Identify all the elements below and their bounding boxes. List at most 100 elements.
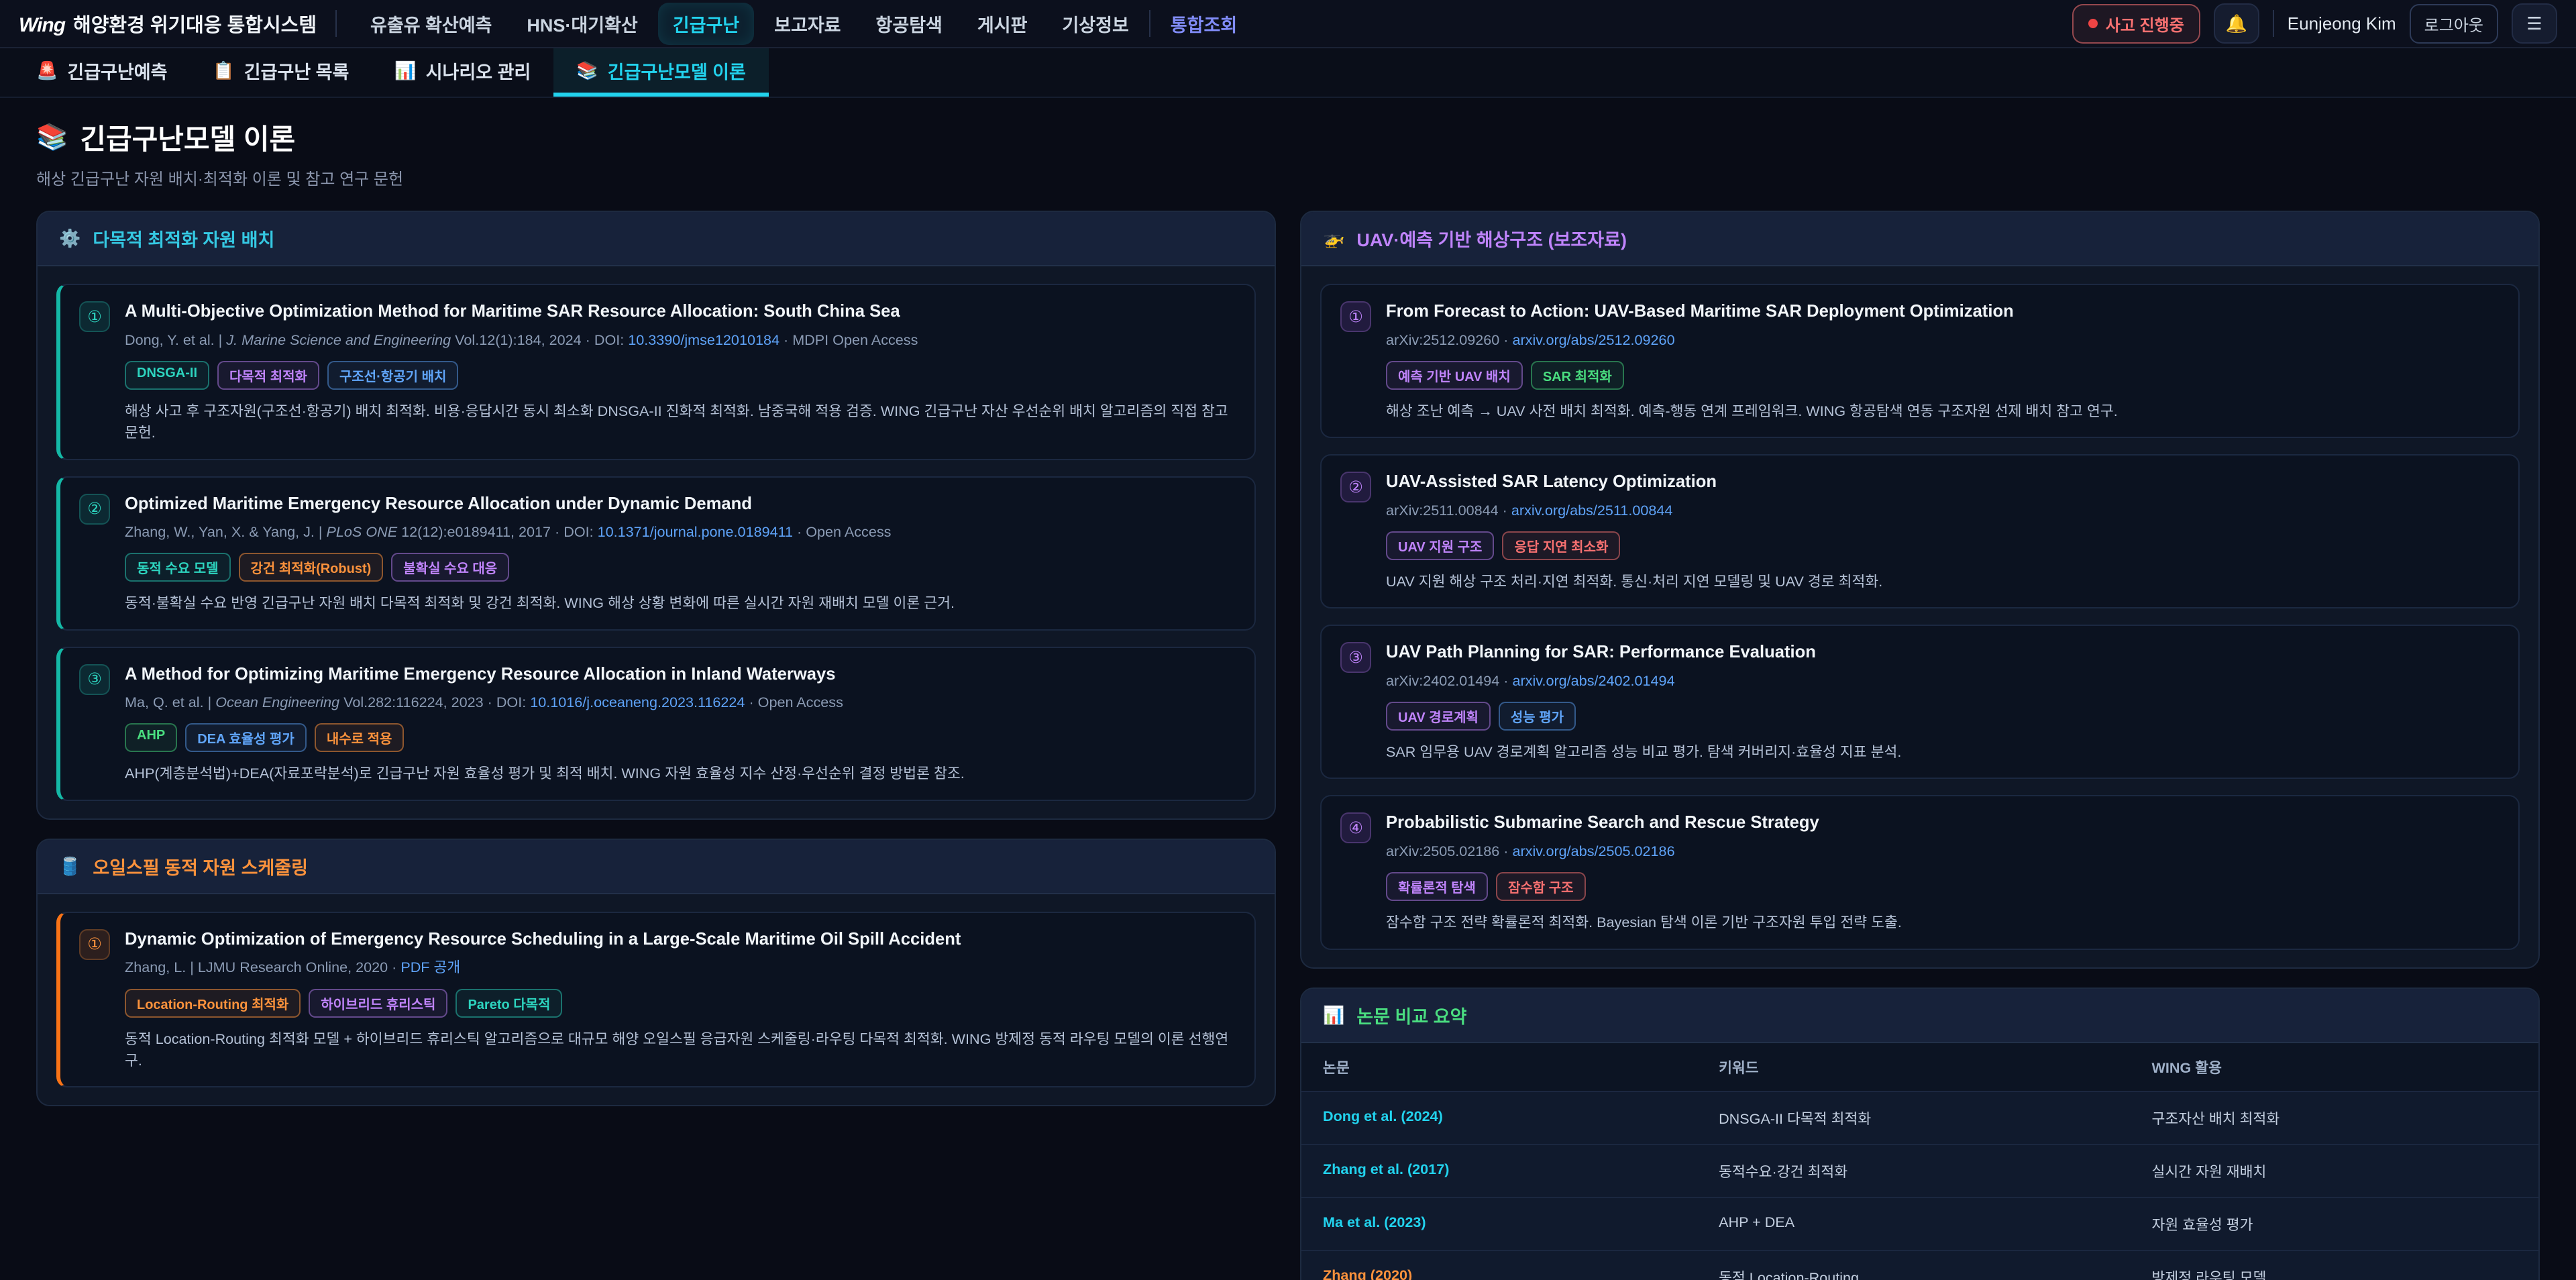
hamburger-icon: ☰ [2526, 13, 2542, 34]
tag: 응답 지연 최소화 [1502, 531, 1620, 560]
card-oil-spill-scheduling: 🛢️ 오일스필 동적 자원 스케줄링 ① Dynamic Optimizatio… [36, 839, 1276, 1107]
arxiv-id: arXiv:2512.09260 · [1386, 331, 1512, 348]
nav-item-integrated-search[interactable]: 통합조회 [1156, 3, 1252, 45]
nav-item-hns[interactable]: HNS·대기확산 [512, 3, 652, 45]
page-title-text: 긴급구난모델 이론 [80, 117, 295, 158]
tab-rescue-prediction[interactable]: 🚨 긴급구난예측 [13, 48, 190, 97]
paper-card: ② UAV-Assisted SAR Latency Optimization … [1320, 454, 2520, 608]
paper-body: UAV Path Planning for SAR: Performance E… [1386, 641, 2500, 763]
journal-name: PLoS ONE [327, 523, 398, 540]
tag: 구조선·항공기 배치 [327, 361, 458, 390]
card-title: UAV·예측 기반 해상구조 (보조자료) [1356, 225, 1627, 252]
card-paper-comparison: 📊 논문 비교 요약 논문 키워드 WING 활용 Dong et al. (2… [1300, 988, 2540, 1280]
keyword-cell: 동적 Location-Routing [1697, 1251, 2130, 1280]
tab-rescue-model-theory[interactable]: 📚 긴급구난모델 이론 [553, 48, 769, 97]
paper-description: 해상 조난 예측 → UAV 사전 배치 최적화. 예측-행동 연계 프레임워크… [1386, 401, 2500, 422]
doi-link[interactable]: 10.3390/jmse12010184 [628, 331, 780, 348]
incident-badge-label: 사고 진행중 [2106, 12, 2184, 36]
tag: DNSGA-II [125, 361, 209, 390]
paper-body: A Method for Optimizing Maritime Emergen… [125, 663, 1236, 785]
paper-link[interactable]: Dong et al. (2024) [1301, 1092, 1697, 1144]
tag: UAV 지원 구조 [1386, 531, 1494, 560]
column-header-keyword: 키워드 [1697, 1043, 2130, 1091]
paper-body: Dynamic Optimization of Emergency Resour… [125, 928, 1236, 1072]
card-title: 오일스필 동적 자원 스케줄링 [93, 853, 308, 879]
paper-meta: Dong, Y. et al. | J. Marine Science and … [125, 330, 1236, 350]
arxiv-link[interactable]: arxiv.org/abs/2512.09260 [1512, 331, 1674, 348]
divider [335, 10, 337, 37]
tag: UAV 경로계획 [1386, 702, 1491, 731]
arxiv-id: arXiv:2402.01494 · [1386, 672, 1512, 689]
page-header: 📚 긴급구난모델 이론 해상 긴급구난 자원 배치·최적화 이론 및 참고 연구… [36, 117, 2540, 189]
paper-title: UAV Path Planning for SAR: Performance E… [1386, 641, 2500, 664]
table-header-row: 논문 키워드 WING 활용 [1301, 1043, 2538, 1091]
nav-item-weather[interactable]: 기상정보 [1047, 3, 1143, 45]
table-row: Dong et al. (2024) DNSGA-II 다목적 최적화 구조자산… [1301, 1091, 2538, 1144]
arxiv-link[interactable]: arxiv.org/abs/2402.01494 [1512, 672, 1674, 689]
comparison-table: 논문 키워드 WING 활용 Dong et al. (2024) DNSGA-… [1301, 1043, 2538, 1280]
paper-meta: arXiv:2511.00844 · arxiv.org/abs/2511.00… [1386, 500, 2500, 521]
card-body: ① A Multi-Objective Optimization Method … [38, 266, 1275, 818]
paper-link[interactable]: Zhang et al. (2017) [1301, 1145, 1697, 1197]
tag: 동적 수요 모델 [125, 553, 231, 582]
paper-card: ① A Multi-Objective Optimization Method … [56, 284, 1256, 460]
notification-bell-button[interactable]: 🔔 [2214, 3, 2259, 44]
arxiv-link[interactable]: arxiv.org/abs/2505.02186 [1512, 843, 1674, 859]
paper-link[interactable]: Zhang (2020) [1301, 1251, 1697, 1280]
nav-item-reports[interactable]: 보고자료 [759, 3, 855, 45]
content-columns: ⚙️ 다목적 최적화 자원 배치 ① A Multi-Objective Opt… [36, 211, 2540, 1280]
tag-list: 확률론적 탐색 잠수함 구조 [1386, 872, 2500, 901]
card-title: 다목적 최적화 자원 배치 [93, 225, 274, 252]
logout-button[interactable]: 로그아웃 [2410, 4, 2498, 44]
tag: 강건 최적화(Robust) [239, 553, 384, 582]
paper-meta: arXiv:2402.01494 · arxiv.org/abs/2402.01… [1386, 671, 2500, 691]
paper-meta-tail: · Open Access [745, 694, 843, 710]
bell-icon: 🔔 [2226, 13, 2247, 34]
paper-authors: Ma, Q. et al. | [125, 694, 215, 710]
paper-body: From Forecast to Action: UAV-Based Marit… [1386, 300, 2500, 422]
tag: DEA 효율성 평가 [185, 723, 307, 752]
paper-number-badge: ② [1340, 472, 1371, 502]
doi-link[interactable]: 10.1371/journal.pone.0189411 [598, 523, 793, 540]
wing-usage-cell: 구조자산 배치 최적화 [2130, 1092, 2538, 1144]
tab-label: 시나리오 관리 [426, 58, 531, 84]
tab-rescue-list[interactable]: 📋 긴급구난 목록 [190, 48, 372, 97]
column-header-paper: 논문 [1301, 1043, 1697, 1091]
paper-meta: arXiv:2512.09260 · arxiv.org/abs/2512.09… [1386, 330, 2500, 350]
nav-item-aerial-search[interactable]: 항공탐색 [861, 3, 957, 45]
paper-title: Probabilistic Submarine Search and Rescu… [1386, 811, 2500, 835]
tag: AHP [125, 723, 177, 752]
card-header: 🛢️ 오일스필 동적 자원 스케줄링 [38, 840, 1275, 894]
nav-item-oil-spill[interactable]: 유출유 확산예측 [356, 3, 506, 45]
journal-name: Ocean Engineering [215, 694, 339, 710]
app-logo[interactable]: Wing 해양환경 위기대응 통합시스템 [19, 9, 317, 38]
doi-link[interactable]: 10.1016/j.oceaneng.2023.116224 [530, 694, 745, 710]
pdf-link[interactable]: PDF 공개 [400, 959, 460, 975]
column-header-wing-usage: WING 활용 [2130, 1043, 2538, 1091]
left-column: ⚙️ 다목적 최적화 자원 배치 ① A Multi-Objective Opt… [36, 211, 1276, 1106]
tag-list: 예측 기반 UAV 배치 SAR 최적화 [1386, 361, 2500, 390]
card-body: ① From Forecast to Action: UAV-Based Mar… [1301, 266, 2538, 967]
arxiv-link[interactable]: arxiv.org/abs/2511.00844 [1511, 502, 1673, 519]
books-icon: 📚 [576, 60, 598, 81]
paper-description: SAR 임무용 UAV 경로계획 알고리즘 성능 비교 평가. 탐색 커버리지·… [1386, 741, 2500, 763]
tag: 잠수함 구조 [1496, 872, 1586, 901]
hamburger-menu-button[interactable]: ☰ [2512, 3, 2557, 44]
paper-body: Probabilistic Submarine Search and Rescu… [1386, 811, 2500, 933]
paper-authors: Zhang, L. | [125, 959, 198, 975]
wing-usage-cell: 자원 효율성 평가 [2130, 1198, 2538, 1250]
app-title: 해양환경 위기대응 통합시스템 [73, 9, 317, 38]
nav-item-board[interactable]: 게시판 [963, 3, 1042, 45]
card-uav-forecast-rescue: 🚁 UAV·예측 기반 해상구조 (보조자료) ① From Forecast … [1300, 211, 2540, 969]
oil-drum-icon: 🛢️ [59, 856, 80, 877]
tag: SAR 최적화 [1531, 361, 1624, 390]
tab-scenario-management[interactable]: 📊 시나리오 관리 [372, 48, 553, 97]
divider [2273, 10, 2274, 37]
incident-status-badge[interactable]: 사고 진행중 [2072, 4, 2200, 44]
card-header: 📊 논문 비교 요약 [1301, 989, 2538, 1043]
paper-link[interactable]: Ma et al. (2023) [1301, 1198, 1697, 1250]
nav-item-emergency-rescue[interactable]: 긴급구난 [658, 3, 754, 45]
paper-body: Optimized Maritime Emergency Resource Al… [125, 492, 1236, 615]
paper-card: ③ A Method for Optimizing Maritime Emerg… [56, 647, 1256, 801]
paper-title: UAV-Assisted SAR Latency Optimization [1386, 470, 2500, 494]
